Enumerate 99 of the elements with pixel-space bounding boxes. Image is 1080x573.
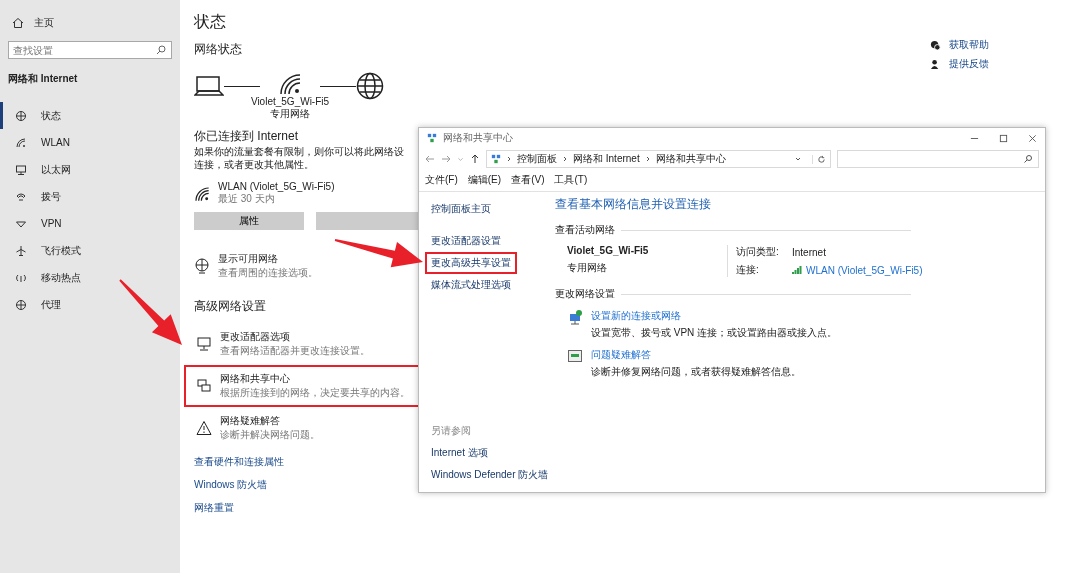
search-field[interactable] bbox=[837, 150, 1039, 168]
page-heading: 查看基本网络信息并设置连接 bbox=[555, 196, 712, 213]
settings-item[interactable]: 更改适配器选项 查看网络适配器并更改连接设置。 bbox=[184, 323, 382, 365]
connection-detail: 最近 30 天内 bbox=[218, 193, 275, 206]
section-heading: 查看活动网络 bbox=[555, 223, 615, 237]
item-detail: 诊断并解决网络问题。 bbox=[220, 428, 320, 442]
description-text: 连接，或者更改其他属性。 bbox=[194, 158, 314, 171]
network-type: 专用网络 bbox=[567, 261, 608, 275]
see-also-link[interactable]: Internet 选项 bbox=[425, 442, 494, 464]
sidebar-item[interactable]: WLAN bbox=[0, 129, 172, 156]
advanced-heading: 高级网络设置 bbox=[194, 298, 266, 315]
item-title: 更改适配器选项 bbox=[220, 330, 291, 344]
sidebar-item[interactable]: 以太网 bbox=[0, 156, 172, 183]
close-icon[interactable] bbox=[1028, 133, 1037, 143]
search-icon bbox=[1023, 154, 1033, 164]
menu-item[interactable]: 工具(T) bbox=[554, 173, 588, 187]
sidebar-item[interactable]: 飞行模式 bbox=[0, 237, 172, 264]
task-link[interactable]: 更改高级共享设置 bbox=[425, 252, 517, 274]
monitor-icon bbox=[567, 348, 583, 364]
laptop-icon bbox=[194, 75, 224, 97]
task-detail: 诊断并修复网络问题，或者获得疑难解答信息。 bbox=[591, 365, 801, 379]
back-icon[interactable] bbox=[425, 154, 435, 164]
network-icon bbox=[196, 378, 212, 394]
task-link[interactable]: 更改适配器设置 bbox=[425, 230, 507, 252]
monitor-icon bbox=[15, 163, 27, 176]
task-link[interactable]: 问题疑难解答 bbox=[591, 349, 651, 360]
up-icon[interactable] bbox=[470, 154, 480, 164]
connection-heading: 你已连接到 Internet bbox=[194, 128, 299, 145]
page-title: 状态 bbox=[194, 12, 226, 32]
chevron-icon bbox=[644, 156, 651, 162]
globe-icon bbox=[15, 109, 27, 122]
home-link[interactable]: 主页 bbox=[8, 14, 58, 32]
network-name: Violet_5G_Wi-Fi5 bbox=[250, 96, 330, 108]
field-label: 访问类型: bbox=[736, 245, 780, 259]
settings-link[interactable]: Windows 防火墙 bbox=[194, 478, 284, 492]
maximize-icon[interactable] bbox=[999, 133, 1008, 143]
globe-icon bbox=[15, 298, 27, 311]
section-heading: 更改网络设置 bbox=[555, 287, 615, 301]
refresh-icon[interactable] bbox=[812, 154, 826, 164]
network-type: 专用网络 bbox=[270, 108, 310, 120]
sidebar-item[interactable]: 移动热点 bbox=[0, 264, 172, 291]
network-name: Violet_5G_Wi-Fi5 bbox=[567, 245, 650, 256]
home-icon bbox=[12, 17, 24, 29]
task-link[interactable]: 控制面板主页 bbox=[425, 198, 497, 220]
section-title: 网络状态 bbox=[194, 41, 242, 58]
network-icon bbox=[567, 309, 583, 325]
connection-link[interactable]: WLAN (Violet_5G_Wi-Fi5) bbox=[806, 264, 923, 276]
window-title: 网络和共享中心 bbox=[443, 131, 513, 145]
see-also-heading: 另请参阅 bbox=[431, 424, 472, 438]
chevron-icon bbox=[562, 156, 568, 162]
wifi-icon bbox=[194, 185, 210, 202]
arrow bbox=[119, 279, 182, 345]
see-also-link[interactable]: Windows Defender 防火墙 bbox=[425, 464, 555, 486]
dropdown-icon[interactable] bbox=[795, 156, 801, 162]
sidebar-item[interactable]: VPN bbox=[0, 210, 172, 237]
network-icon bbox=[427, 133, 437, 143]
sidebar-item[interactable]: 拨号 bbox=[0, 183, 172, 210]
menu-item[interactable]: 文件(F) bbox=[425, 173, 458, 187]
sidebar-item[interactable]: 状态 bbox=[0, 102, 172, 129]
item-detail: 查看网络适配器并更改连接设置。 bbox=[220, 344, 370, 358]
warning-icon bbox=[196, 420, 212, 436]
item-title: 网络和共享中心 bbox=[220, 372, 291, 386]
wifi-icon bbox=[15, 136, 27, 149]
person-icon bbox=[930, 58, 941, 70]
forward-icon[interactable] bbox=[441, 154, 451, 164]
signal-icon bbox=[792, 266, 802, 274]
network-icon bbox=[491, 154, 501, 164]
monitor-icon bbox=[196, 336, 212, 352]
address-bar[interactable]: 控制面板 网络和 Internet 网络和共享中心 bbox=[486, 150, 831, 168]
breadcrumb-item[interactable]: 网络和共享中心 bbox=[655, 152, 726, 166]
task-link[interactable]: 设置新的连接或网络 bbox=[591, 310, 681, 321]
field-label: 连接: bbox=[736, 263, 760, 277]
chevron-icon bbox=[506, 156, 512, 162]
section-heading: 网络和 Internet bbox=[8, 72, 79, 86]
menu-item[interactable]: 编辑(E) bbox=[467, 173, 502, 187]
item-detail: 根据所连接到的网络，决定要共享的内容。 bbox=[220, 386, 410, 400]
breadcrumb-item[interactable]: 网络和 Internet bbox=[573, 152, 640, 166]
description-text: 如果你的流量套餐有限制，则你可以将此网络设 bbox=[194, 145, 404, 158]
search-field[interactable]: 查找设置 bbox=[8, 41, 172, 59]
field-value: Internet bbox=[792, 246, 826, 258]
task-detail: 设置宽带、拨号或 VPN 连接；或设置路由器或接入点。 bbox=[591, 326, 838, 340]
item-detail: 查看周围的连接选项。 bbox=[218, 266, 318, 280]
help-link[interactable]: 获取帮助 bbox=[949, 38, 989, 52]
sidebar-item[interactable]: 代理 bbox=[0, 291, 172, 318]
breadcrumb-item[interactable]: 控制面板 bbox=[517, 152, 557, 166]
task-link[interactable]: 媒体流式处理选项 bbox=[425, 274, 517, 296]
item-title: 网络疑难解答 bbox=[220, 414, 281, 428]
connection-name: WLAN (Violet_5G_Wi-Fi5) bbox=[218, 181, 335, 192]
menu-item[interactable]: 查看(V) bbox=[511, 173, 545, 187]
search-icon bbox=[155, 44, 167, 56]
wifi-icon bbox=[278, 72, 302, 96]
settings-link[interactable]: 网络重置 bbox=[194, 501, 284, 515]
help-link[interactable]: 提供反馈 bbox=[949, 57, 989, 71]
properties-button[interactable]: 属性 bbox=[194, 212, 304, 230]
item-title[interactable]: 显示可用网络 bbox=[218, 252, 318, 266]
globe-icon bbox=[194, 258, 210, 274]
settings-item[interactable]: 网络疑难解答 诊断并解决网络问题。 bbox=[184, 407, 332, 449]
settings-link[interactable]: 查看硬件和连接属性 bbox=[194, 455, 284, 469]
airplane-icon bbox=[15, 244, 27, 257]
